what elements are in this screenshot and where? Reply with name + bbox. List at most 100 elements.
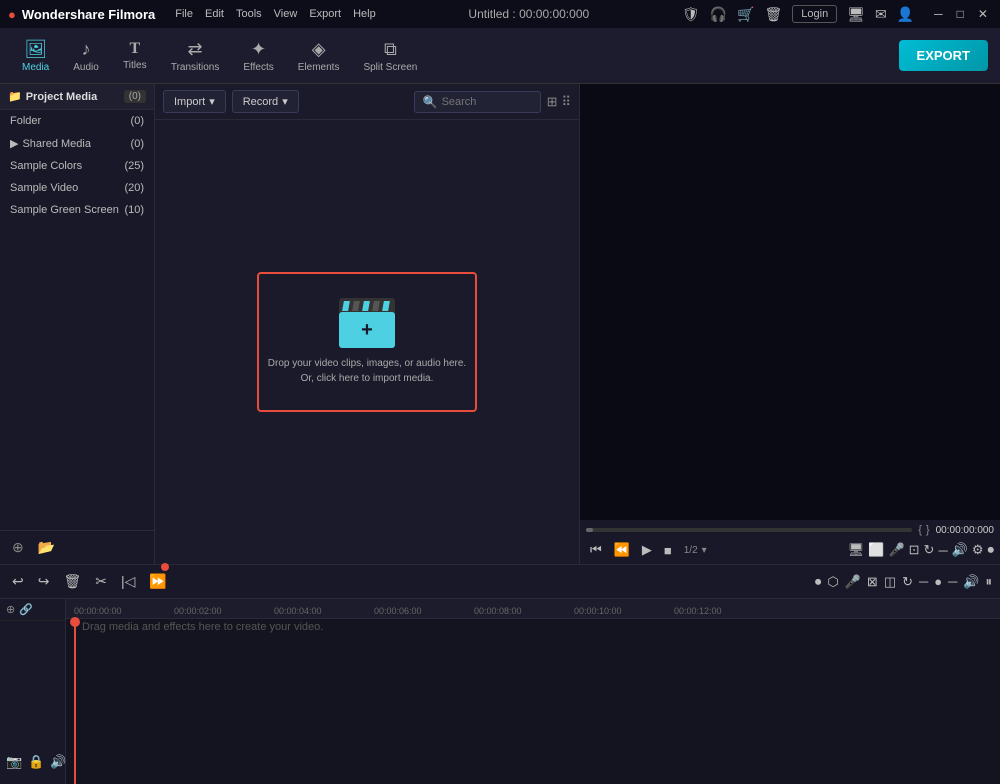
timeline-record-button[interactable]: ⏺: [815, 574, 822, 590]
track-controls: 📷 🔒 🔊: [0, 740, 65, 784]
mail-icon[interactable]: ✉: [875, 6, 887, 23]
menu-edit[interactable]: Edit: [205, 8, 224, 20]
list-item-shared-media[interactable]: ▶ Shared Media (0): [0, 132, 154, 155]
split-button[interactable]: |◁: [117, 571, 139, 592]
timeline-settings-button[interactable]: ⏸: [986, 574, 993, 590]
add-folder-button[interactable]: ⊕: [8, 537, 28, 558]
record-preview-button[interactable]: ⏺: [988, 542, 995, 558]
login-button[interactable]: Login: [792, 5, 837, 23]
close-button[interactable]: ✕: [974, 7, 992, 21]
trash-icon[interactable]: 🗑: [765, 6, 783, 23]
ruler-mark-10: 00:00:10:00: [574, 606, 622, 616]
shared-media-count: (0): [131, 138, 144, 150]
search-input[interactable]: [442, 96, 532, 108]
volume-button[interactable]: 🔊: [952, 542, 968, 558]
add-track-button[interactable]: ⊕: [6, 603, 15, 616]
menu-tools[interactable]: Tools: [236, 8, 262, 20]
search-box[interactable]: 🔍: [414, 91, 541, 113]
tool-media[interactable]: 🖼 Media: [12, 33, 59, 79]
timeline-empty-message: Drag media and effects here to create yo…: [66, 605, 339, 649]
redo-button[interactable]: ↪: [34, 571, 54, 592]
timeline-tracks: 00:00:00:00 00:00:02:00 00:00:04:00 00:0…: [66, 599, 1000, 784]
out-marker[interactable]: }: [926, 524, 930, 536]
folder-item-count: (0): [131, 115, 144, 127]
timeline-mix-button[interactable]: ⊠: [867, 574, 878, 590]
search-icon: 🔍: [423, 95, 438, 109]
mic-button[interactable]: 🎤: [888, 542, 904, 558]
import-label: Import: [174, 96, 205, 108]
menu-help[interactable]: Help: [353, 8, 376, 20]
list-item-sample-green-screen[interactable]: Sample Green Screen (10): [0, 199, 154, 221]
settings-button[interactable]: ⚙: [972, 542, 984, 558]
menu-export[interactable]: Export: [309, 8, 341, 20]
timeline-vol-knob[interactable]: ●: [934, 574, 942, 589]
track-lock-button[interactable]: 🔒: [28, 754, 44, 770]
monitor-icon[interactable]: 🖥: [847, 6, 865, 23]
grid-icon[interactable]: ⠿: [561, 94, 571, 110]
track-camera-button[interactable]: 📷: [6, 754, 22, 770]
minimize-button[interactable]: ─: [930, 7, 947, 21]
list-item-sample-colors[interactable]: Sample Colors (25): [0, 155, 154, 177]
tool-titles-label: Titles: [123, 60, 147, 71]
tool-titles[interactable]: T Titles: [113, 34, 157, 77]
user-icon[interactable]: 👤: [897, 6, 914, 23]
undo-button[interactable]: ↩: [8, 571, 28, 592]
filter-icon[interactable]: ⊞: [547, 94, 558, 110]
timeline-mic-button[interactable]: 🎤: [845, 574, 861, 590]
cut-button[interactable]: ✂: [91, 571, 111, 592]
title-bar-left: ● Wondershare Filmora File Edit Tools Vi…: [8, 7, 376, 22]
title-bar-right: 🛡 🎧 🛒 🗑 Login 🖥 ✉ 👤 ─ □ ✕: [682, 5, 992, 23]
tool-effects[interactable]: ✦ Effects: [233, 33, 283, 79]
import-chevron-icon: ▾: [209, 95, 215, 108]
pip-button[interactable]: ⊡: [909, 542, 920, 558]
ratio-chevron[interactable]: ▾: [702, 545, 707, 556]
stop-button[interactable]: ■: [660, 541, 676, 560]
track-speaker-button[interactable]: 🔊: [50, 754, 66, 770]
timeline-pip-button[interactable]: ◫: [884, 574, 896, 590]
drop-zone[interactable]: + Drop your video clips, images, or audi…: [257, 272, 477, 412]
play-button[interactable]: ▶: [638, 540, 656, 560]
skip-back-button[interactable]: ⏮: [586, 540, 606, 560]
in-marker[interactable]: {: [918, 524, 922, 536]
export-button[interactable]: EXPORT: [899, 40, 988, 71]
time-slider[interactable]: [586, 528, 912, 532]
time-display: 00:00:00:000: [936, 525, 994, 536]
delete-button[interactable]: 🗑: [59, 571, 85, 592]
snapshot-button[interactable]: ⬜: [868, 542, 884, 558]
frame-back-button[interactable]: ⏪: [610, 540, 634, 560]
record-button[interactable]: Record ▾: [232, 90, 299, 113]
shield-icon[interactable]: 🛡: [682, 6, 700, 23]
folder-icon: 📁: [8, 90, 22, 103]
timeline-snapshot-button[interactable]: ⬡: [827, 574, 838, 590]
tool-audio[interactable]: ♪ Audio: [63, 33, 109, 79]
timeline-vol-icon[interactable]: 🔊: [963, 574, 979, 590]
cart-icon[interactable]: 🛒: [737, 6, 754, 23]
volume-slider[interactable]: ─: [938, 543, 947, 558]
loop-button[interactable]: ↻: [924, 542, 935, 558]
menu-view[interactable]: View: [274, 8, 298, 20]
tool-splitscreen[interactable]: ⧉ Split Screen: [353, 33, 427, 79]
app-logo: ●: [8, 7, 16, 22]
ruler-mark-8: 00:00:08:00: [474, 606, 522, 616]
list-item-sample-video[interactable]: Sample Video (20): [0, 177, 154, 199]
headphone-icon[interactable]: 🎧: [710, 6, 727, 23]
link-track-button[interactable]: 🔗: [19, 603, 33, 616]
media-icon: 🖼: [24, 39, 47, 60]
open-folder-button[interactable]: 📂: [34, 537, 59, 558]
list-item-folder[interactable]: Folder (0): [0, 110, 154, 132]
timeline-right-controls: ⏺ ⬡ 🎤 ⊠ ◫ ↻ ─ ● ─ 🔊 ⏸: [815, 574, 992, 590]
timeline-track-area: Drag media and effects here to create yo…: [66, 619, 1000, 784]
folder-item-name: Folder: [10, 115, 41, 127]
menu-file[interactable]: File: [175, 8, 193, 20]
screen-button[interactable]: 🖥: [848, 542, 865, 558]
elements-icon: ◈: [312, 39, 326, 60]
window-title: Untitled : 00:00:00:000: [468, 7, 589, 21]
drop-zone-container[interactable]: + Drop your video clips, images, or audi…: [155, 120, 579, 564]
tool-splitscreen-label: Split Screen: [363, 62, 417, 73]
import-button[interactable]: Import ▾: [163, 90, 226, 113]
tool-elements[interactable]: ◈ Elements: [288, 33, 350, 79]
speed-button[interactable]: ⏩: [145, 571, 172, 592]
tool-transitions[interactable]: ⇄ Transitions: [161, 33, 230, 79]
timeline-loop-button[interactable]: ↻: [902, 574, 913, 590]
maximize-button[interactable]: □: [953, 7, 968, 21]
